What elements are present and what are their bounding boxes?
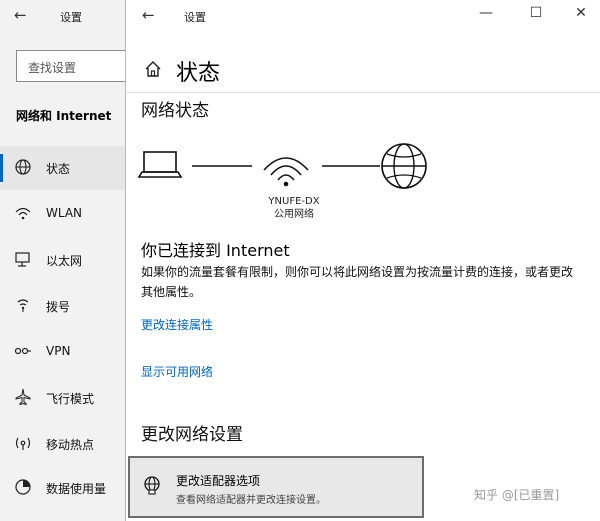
connection-description: 如果你的流量套餐有限制，则你可以将此网络设置为按流量计费的连接，或者更改其他属性… xyxy=(141,265,574,299)
wifi-signal-icon xyxy=(263,157,309,187)
maximize-icon[interactable]: ☐ xyxy=(521,5,551,27)
sidebar-item-label: WLAN xyxy=(46,206,83,220)
sidebar-item-dialup[interactable]: 拨号 xyxy=(0,284,126,328)
show-available-networks-link[interactable]: 显示可用网络 xyxy=(141,363,213,380)
globe-icon xyxy=(15,159,31,175)
screen: ← 设置 查找设置 网络和 Internet 状态 WLAN 以太网 拨号 VP… xyxy=(0,0,600,521)
window-title: 设置 xyxy=(60,11,82,24)
minimize-icon[interactable]: — xyxy=(471,5,501,27)
sidebar-item-label: 以太网 xyxy=(46,254,83,268)
wifi-icon xyxy=(15,207,31,220)
laptop-icon xyxy=(137,151,183,178)
adapter-option-description: 查看网络适配器并更改连接设置。 xyxy=(176,495,326,506)
sidebar-item-ethernet[interactable]: 以太网 xyxy=(0,238,126,282)
data-usage-icon xyxy=(15,479,31,495)
sidebar-item-data-usage[interactable]: 数据使用量 xyxy=(0,466,126,510)
network-type: 公用网络 xyxy=(274,209,314,220)
change-adapter-options-button[interactable]: 更改适配器选项 查看网络适配器并更改连接设置。 xyxy=(128,456,424,518)
sidebar-item-airplane[interactable]: 飞行模式 xyxy=(0,376,126,420)
settings-window-front: ← 设置 — ☐ ✕ 状态 网络状态 YNUFE-DX 公用网络 你已连接到 I… xyxy=(125,0,600,521)
adapter-option-title: 更改适配器选项 xyxy=(176,474,261,488)
network-status-heading: 网络状态 xyxy=(141,101,209,121)
airplane-icon xyxy=(15,388,31,406)
header-divider xyxy=(126,92,600,93)
change-network-settings-heading: 更改网络设置 xyxy=(141,425,243,445)
vpn-icon xyxy=(14,347,31,355)
network-adapter-icon xyxy=(144,476,160,495)
sidebar-item-label: VPN xyxy=(46,344,71,358)
titlebar-back: ← 设置 xyxy=(0,0,126,32)
settings-window-back: ← 设置 查找设置 网络和 Internet 状态 WLAN 以太网 拨号 VP… xyxy=(0,0,134,521)
close-icon[interactable]: ✕ xyxy=(566,5,596,27)
search-placeholder: 查找设置 xyxy=(28,61,77,75)
window-title: 设置 xyxy=(184,11,206,24)
ethernet-icon xyxy=(15,252,30,267)
dialup-icon xyxy=(17,299,29,312)
connection-status-title: 你已连接到 Internet xyxy=(141,241,290,260)
titlebar-front: ← 设置 — ☐ ✕ xyxy=(126,0,600,32)
sidebar-item-label: 拨号 xyxy=(46,300,71,314)
sidebar-item-label: 数据使用量 xyxy=(46,482,107,496)
sidebar-item-label: 飞行模式 xyxy=(46,392,95,406)
internet-globe-icon xyxy=(381,143,427,189)
sidebar-item-label: 状态 xyxy=(46,162,71,176)
sidebar-item-wlan[interactable]: WLAN xyxy=(0,192,126,236)
back-arrow-icon[interactable]: ← xyxy=(142,6,155,24)
search-input[interactable]: 查找设置 xyxy=(16,50,134,82)
sidebar-item-hotspot[interactable]: 移动热点 xyxy=(0,422,126,466)
hotspot-icon xyxy=(15,437,31,450)
nav-section-title: 网络和 Internet xyxy=(16,109,112,123)
network-name: YNUFE-DX xyxy=(268,196,320,207)
network-info: YNUFE-DX 公用网络 xyxy=(254,195,334,221)
watermark: 知乎 @[已重置] xyxy=(474,488,560,502)
sidebar-item-status[interactable]: 状态 xyxy=(0,146,126,190)
back-arrow-icon[interactable]: ← xyxy=(14,6,27,24)
sidebar-item-vpn[interactable]: VPN xyxy=(0,330,126,374)
change-connection-properties-link[interactable]: 更改连接属性 xyxy=(141,316,213,333)
selection-indicator xyxy=(0,154,3,182)
page-title: 状态 xyxy=(176,61,221,86)
home-icon[interactable] xyxy=(144,60,162,78)
sidebar-item-label: 移动热点 xyxy=(46,438,95,452)
